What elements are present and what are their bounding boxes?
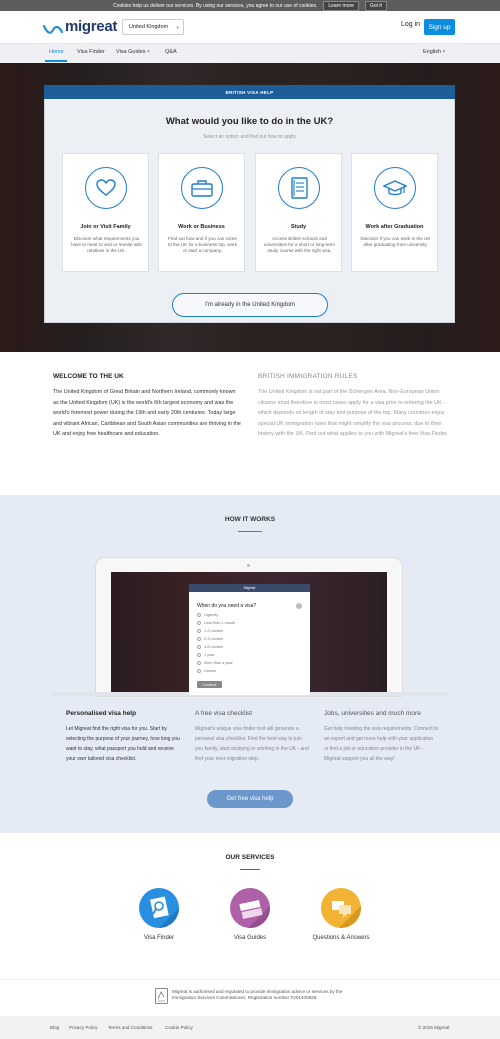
modal-option[interactable]: 1-2 months	[197, 629, 223, 633]
visa-finder-icon[interactable]	[139, 888, 179, 928]
logo-wave-icon	[43, 24, 63, 34]
nav-home[interactable]: Home	[49, 49, 64, 55]
service-label[interactable]: Visa Finder	[114, 935, 204, 941]
nav-visa-finder[interactable]: Visa Finder	[77, 49, 105, 55]
option-title: Join or Visit Family	[80, 224, 131, 230]
modal-option[interactable]: 1 year	[197, 653, 215, 657]
title-underline	[240, 869, 260, 870]
welcome-text: The United Kingdom of Great Britain and …	[53, 389, 241, 437]
option-desc: Discover what requirements you have to m…	[71, 236, 142, 253]
modal-question: When do you need a visa?	[197, 603, 257, 609]
learn-more-button[interactable]: Learn more	[323, 0, 359, 11]
chevron-down-icon: ▾	[147, 49, 150, 55]
got-it-button[interactable]: Got it	[364, 0, 387, 11]
graduation-cap-icon	[374, 167, 416, 209]
option-family[interactable]: Join or Visit Family Discover what requi…	[62, 153, 149, 272]
divider	[0, 979, 500, 980]
already-in-uk-button[interactable]: I'm already in the United Kingdom	[172, 293, 328, 317]
card-title: What would you like to do in the UK?	[165, 116, 334, 127]
language-value: English	[423, 49, 442, 55]
column-title: Jobs, universities and much more	[324, 710, 421, 717]
copyright: © 2015 Migreat	[418, 1025, 450, 1030]
footer-link-blog[interactable]: Blog	[50, 1025, 59, 1030]
option-desc: Discover if you can work in the UK after…	[360, 236, 431, 247]
nav-visa-guides-label: Visa Guides	[116, 49, 146, 55]
oisc-badge-icon	[155, 988, 168, 1004]
heart-icon	[85, 167, 127, 209]
card-subtitle: Select an option and find out how to app…	[203, 134, 296, 140]
chevron-down-icon: ▾	[176, 25, 179, 31]
how-it-works-title: HOW IT WORKS	[224, 516, 276, 523]
option-graduation[interactable]: Work after Graduation Discover if you ca…	[351, 153, 438, 272]
info-icon	[296, 603, 302, 609]
modal-option[interactable]: 3-6 months	[197, 645, 223, 649]
service-label[interactable]: Visa Guides	[205, 935, 295, 941]
option-title: Work or Business	[178, 224, 225, 230]
title-underline	[238, 531, 262, 532]
column-text: Get help meeting the visa requirements. …	[324, 726, 439, 762]
column-title: Personalised visa help	[66, 710, 137, 717]
logo-text: migreat	[65, 18, 118, 35]
cookie-text: Cookies help us deliver our services. By…	[113, 2, 318, 9]
card-banner: BRITISH VISA HELP	[44, 85, 455, 99]
option-title: Study	[290, 224, 307, 230]
option-work[interactable]: Work or Business Find out how and if you…	[158, 153, 245, 272]
option-study[interactable]: Study Access British schools and univers…	[255, 153, 342, 272]
chevron-down-icon: ▾	[442, 49, 446, 55]
footer-link-cookie[interactable]: Cookie Policy	[165, 1025, 193, 1030]
modal-option[interactable]: More than a year	[197, 661, 233, 665]
footer-link-terms[interactable]: Terms and Conditions	[108, 1025, 152, 1030]
signup-button[interactable]: Sign up	[424, 19, 455, 35]
nav-visa-guides[interactable]: Visa Guides ▾	[116, 49, 150, 55]
logo[interactable]: migreat	[43, 18, 117, 35]
modal-continue-button[interactable]: Continue	[197, 681, 222, 688]
footer-link-privacy[interactable]: Privacy Policy	[69, 1025, 98, 1030]
rules-text: The United Kingdom is not part of the Sc…	[258, 389, 448, 437]
briefcase-icon	[181, 167, 223, 209]
cookie-bar: Cookies help us deliver our services. By…	[0, 0, 500, 11]
get-free-visa-help-button[interactable]: Get free visa help	[207, 790, 293, 808]
notebook-icon	[278, 167, 320, 209]
modal-option[interactable]: Less than 1 month	[197, 621, 235, 625]
modal-option[interactable]: Unsure	[197, 669, 216, 673]
nav-qa[interactable]: Q&A	[165, 49, 177, 55]
regulation-text: Migreat is authorised and regulated to p…	[172, 989, 343, 1000]
option-title: Work after Graduation	[365, 224, 424, 230]
service-label[interactable]: Questions & Answers	[296, 935, 386, 941]
login-link[interactable]: Log in	[401, 21, 420, 28]
country-select[interactable]: United Kingdom ▾	[122, 19, 184, 35]
column-text: Migreat's unique visa finder tool will g…	[195, 726, 309, 762]
language-select[interactable]: English ▾	[423, 49, 445, 55]
services-title: OUR SERVICES	[225, 854, 275, 861]
camera-dot	[247, 564, 250, 567]
modal-header: Migreat	[189, 584, 310, 592]
column-text: Let Migreat find the right visa for you.…	[66, 726, 180, 762]
column-title: A free visa checklist	[195, 710, 253, 717]
questions-answers-icon[interactable]	[321, 888, 361, 928]
modal-option[interactable]: Urgently	[197, 613, 218, 617]
visa-guides-icon[interactable]	[230, 888, 270, 928]
option-desc: Access British schools and universities …	[264, 236, 335, 253]
option-desc: Find out how and if you can come to the …	[168, 236, 237, 253]
modal-option[interactable]: 2-3 months	[197, 637, 223, 641]
country-value: United Kingdom	[129, 24, 169, 30]
nav-active-indicator	[45, 60, 67, 62]
welcome-title: WELCOME TO THE UK	[53, 373, 124, 380]
rules-title: BRITISH IMMIGRATION RULES	[258, 373, 358, 380]
